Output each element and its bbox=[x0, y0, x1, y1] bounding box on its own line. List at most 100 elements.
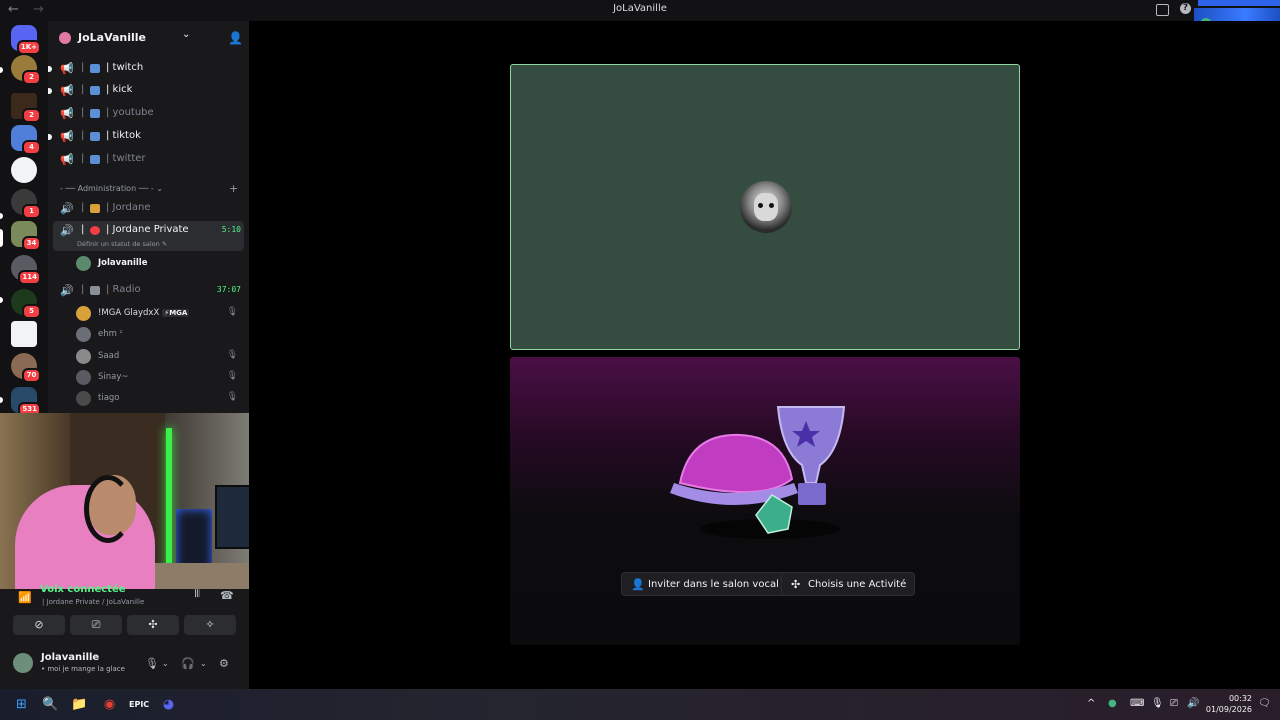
voice-status-subtitle[interactable]: | Jordane Private / JoLaVanille bbox=[42, 598, 144, 606]
channel-name: | twitch bbox=[106, 62, 144, 73]
choose-activity-button[interactable]: ✣ Choisis une Activité bbox=[781, 572, 916, 596]
voice-member[interactable]: tiago 🎙 bbox=[76, 389, 246, 409]
avatar[interactable] bbox=[13, 653, 33, 673]
voice-member[interactable]: Jolavanille bbox=[76, 254, 246, 274]
voice-status-title[interactable]: Voix connectée bbox=[40, 584, 126, 595]
activity-button[interactable]: ✣ bbox=[127, 615, 179, 635]
voice-channel-jordane-private[interactable]: 🔊 | | Jordane Private 5:10 bbox=[48, 221, 249, 241]
member-name: Sinay~ bbox=[98, 372, 129, 382]
avatar bbox=[76, 370, 91, 385]
member-name: tiago bbox=[98, 393, 120, 403]
channel-twitch[interactable]: 📢 | | twitch bbox=[48, 59, 249, 79]
voice-channel-radio[interactable]: 🔊 | | Radio 37:07 bbox=[48, 281, 249, 301]
channel-name: | Jordane Private bbox=[106, 224, 189, 235]
clan-tag: ⚡MGA bbox=[162, 309, 190, 317]
avatar-eye bbox=[769, 203, 774, 208]
gear-icon[interactable]: ⚙ bbox=[219, 657, 229, 670]
voice-channel-jordane[interactable]: 🔊 | | Jordane bbox=[48, 199, 249, 219]
voice-member[interactable]: ehm ᶻ bbox=[76, 325, 246, 345]
chrome-icon[interactable]: ◉ bbox=[100, 695, 119, 714]
chevron-down-icon: ⌄ bbox=[182, 29, 191, 40]
invite-people-icon[interactable]: 👤 bbox=[228, 31, 243, 45]
avatar-eye bbox=[758, 203, 763, 208]
crown-icon bbox=[90, 204, 100, 213]
channel-separator: | bbox=[81, 284, 85, 295]
megaphone-icon: 📢 bbox=[60, 62, 74, 75]
shell-icon bbox=[678, 433, 794, 494]
channel-youtube[interactable]: 📢 | | youtube bbox=[48, 104, 249, 124]
add-channel-icon[interactable]: + bbox=[229, 182, 238, 195]
headphones-icon[interactable]: 🎧 bbox=[181, 657, 195, 670]
category-administration[interactable]: - ── Administration ── - ⌄ bbox=[60, 184, 163, 193]
thumbs-up-icon bbox=[90, 86, 100, 95]
voice-member[interactable]: Sinay~ 🎙 bbox=[76, 368, 246, 388]
discord-home-icon[interactable]: 1K+ bbox=[11, 25, 41, 55]
guild-icon[interactable]: 2 bbox=[11, 55, 41, 85]
channel-tiktok[interactable]: 📢 | | tiktok bbox=[48, 127, 249, 147]
invite-voice-label: Inviter dans le salon vocal bbox=[648, 579, 779, 590]
chevron-up-icon[interactable]: ^ bbox=[1087, 698, 1095, 709]
user-panel: Jolavanille • moi je mange la glace 🎙 ⌄ … bbox=[0, 649, 249, 689]
webcam-led-bar bbox=[166, 428, 172, 578]
user-name[interactable]: Jolavanille bbox=[41, 652, 99, 663]
webcam-headphones bbox=[84, 475, 132, 543]
member-name: Saad bbox=[98, 351, 120, 361]
inbox-icon[interactable] bbox=[1156, 4, 1169, 16]
noise-suppression-icon[interactable]: 𝄃𝄃 bbox=[195, 589, 199, 600]
guild-icon[interactable]: 34 bbox=[11, 221, 41, 251]
file-explorer-icon[interactable]: 📁 bbox=[70, 695, 89, 714]
guild-icon[interactable]: 114 bbox=[11, 255, 41, 285]
server-header[interactable]: JoLaVanille ⌄ 👤 bbox=[48, 21, 249, 55]
language-icon[interactable]: ⌨ bbox=[1130, 698, 1144, 709]
guild-unread-pill bbox=[0, 297, 3, 303]
epic-games-icon[interactable]: EPIC bbox=[129, 695, 149, 714]
notification-icon[interactable]: 🗨 bbox=[1258, 698, 1271, 709]
channel-name: | Radio bbox=[106, 284, 141, 295]
participant-tile[interactable] bbox=[510, 64, 1020, 350]
member-name: !MGA GlaydxX ⚡MGA bbox=[98, 308, 190, 318]
status-dot-icon[interactable]: ● bbox=[1108, 698, 1117, 709]
megaphone-icon: 📢 bbox=[60, 130, 74, 143]
guild-badge: 2 bbox=[22, 108, 41, 123]
guild-icon[interactable] bbox=[11, 157, 37, 183]
activity-illustration bbox=[670, 406, 846, 539]
megaphone-icon: 📢 bbox=[60, 153, 74, 166]
network-icon[interactable]: ⎚ bbox=[1170, 698, 1178, 709]
channel-kick[interactable]: 📢 | | kick bbox=[48, 81, 249, 101]
soundboard-button[interactable]: ✧ bbox=[184, 615, 236, 635]
set-channel-status-link[interactable]: Définir un statut de salon ✎ bbox=[77, 240, 167, 248]
chevron-down-icon[interactable]: ⌄ bbox=[162, 659, 169, 668]
chevron-down-icon[interactable]: ⌄ bbox=[200, 659, 207, 668]
screen-share-button[interactable]: ⎚ bbox=[70, 615, 122, 635]
user-status: • moi je mange la glace bbox=[41, 665, 125, 673]
guild-icon[interactable]: 1 bbox=[11, 189, 41, 219]
channel-twitter[interactable]: 📢 | | twitter bbox=[48, 150, 249, 170]
windows-start-icon[interactable]: ⊞ bbox=[12, 695, 31, 714]
help-icon[interactable]: ? bbox=[1180, 3, 1191, 14]
search-icon[interactable]: 🔍 bbox=[41, 695, 60, 714]
microphone-icon[interactable]: 🎙 bbox=[145, 657, 159, 670]
epic-games-guild-icon[interactable] bbox=[11, 321, 37, 347]
invite-voice-button[interactable]: 👤 Inviter dans le salon vocal bbox=[621, 572, 788, 596]
guild-badge: 34 bbox=[22, 236, 41, 251]
disconnect-icon[interactable]: ☎ bbox=[220, 589, 234, 602]
voice-member[interactable]: Saad 🎙 bbox=[76, 347, 246, 367]
channel-separator: | bbox=[81, 107, 85, 118]
system-clock[interactable]: 00:32 01/09/2026 bbox=[1204, 693, 1252, 715]
discord-taskbar-icon[interactable]: ◕ bbox=[159, 695, 178, 714]
guild-icon[interactable]: 4 bbox=[11, 125, 41, 155]
guild-badge: 1K+ bbox=[16, 40, 41, 55]
trophy-base bbox=[798, 483, 826, 505]
guild-folder-icon[interactable]: 531 bbox=[11, 387, 41, 417]
guild-icon[interactable]: 70 bbox=[11, 353, 41, 383]
volume-icon[interactable]: 🔊 bbox=[1187, 698, 1199, 709]
unread-indicator bbox=[48, 88, 52, 94]
voice-timer: 5:10 bbox=[221, 225, 241, 234]
voice-member[interactable]: !MGA GlaydxX ⚡MGA 🎙 bbox=[76, 304, 246, 324]
guild-unread-pill bbox=[0, 213, 3, 219]
guild-icon[interactable]: 5 bbox=[11, 289, 41, 319]
guild-icon[interactable]: 2 bbox=[11, 93, 41, 123]
camera-off-button[interactable]: ⊘ bbox=[13, 615, 65, 635]
member-name: Jolavanille bbox=[98, 258, 148, 268]
microphone-tray-icon[interactable]: 🎙 bbox=[1151, 698, 1164, 709]
